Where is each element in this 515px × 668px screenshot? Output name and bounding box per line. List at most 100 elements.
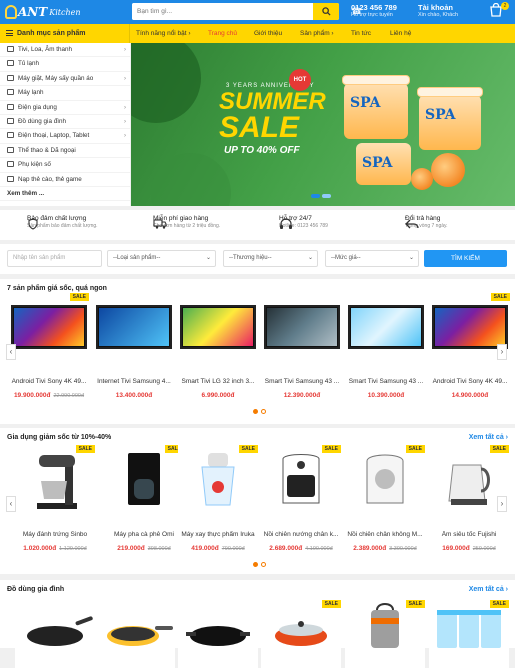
product-type-select[interactable]: --Loại sản phẩm-- ⌄ — [107, 250, 216, 267]
main-nav: Danh mục sản phẩm Tính năng nổi bật › Tr… — [0, 24, 515, 43]
product-name[interactable]: Nồi chiên nướng chân k... — [261, 531, 341, 538]
product-name[interactable]: Smart Tivi Samsung 43 ... — [262, 378, 342, 385]
category-menu-button[interactable]: Danh mục sản phẩm — [0, 24, 130, 43]
carousel-dot[interactable] — [261, 562, 266, 567]
carousel-dot[interactable] — [253, 562, 258, 567]
orange-image — [411, 168, 433, 190]
nav-products[interactable]: Sản phẩm › — [300, 24, 334, 43]
logo-text: ANT — [18, 5, 48, 19]
carousel-dot[interactable] — [261, 409, 266, 414]
product-image: SALE — [261, 600, 341, 668]
phone-contact[interactable]: ☎ 0123 456 789 Hỗ trợ trực tuyến — [343, 3, 397, 18]
old-price: 259.000đ — [472, 546, 496, 552]
account-link[interactable]: Tài khoản Xin chào, Khách — [410, 3, 458, 18]
product-name[interactable]: Internet Tivi Samsung 4... — [94, 378, 174, 385]
chevron-down-icon: ⌄ — [205, 255, 211, 261]
household-section: Đồ dùng gia đình Xem tất cả › SALE SALE … — [0, 580, 515, 668]
product-price: 12.390.000đ — [262, 392, 342, 399]
nav-contact[interactable]: Liên hệ — [390, 24, 411, 43]
food-chopper-image — [201, 453, 235, 506]
search-button[interactable] — [313, 3, 339, 20]
aircon-icon — [7, 89, 14, 96]
account-label: Tài khoản — [418, 3, 454, 12]
current-price: 219.000đ — [117, 545, 145, 552]
product-image: SALE — [9, 293, 89, 361]
sidebar-item-aircon[interactable]: Máy lạnh — [0, 86, 130, 101]
nav-home[interactable]: Trang chủ — [208, 24, 237, 43]
phone-device-icon — [7, 132, 14, 139]
sale-badge: SALE — [321, 600, 341, 608]
site-logo[interactable]: ANT Kitchen — [5, 3, 81, 21]
product-name[interactable]: Android Tivi Sony 4K 49... — [9, 378, 89, 385]
chevron-right-icon: › — [124, 133, 126, 140]
section-title: 7 sản phẩm giá sốc, quá ngon — [7, 285, 107, 292]
sale-badge: SALE — [238, 445, 258, 453]
brand-select[interactable]: --Thương hiệu-- ⌄ — [223, 250, 318, 267]
search-input[interactable] — [132, 3, 312, 20]
chevron-down-icon: ⌄ — [408, 255, 414, 261]
product-name-input[interactable]: Nhập tên sản phẩm — [7, 250, 102, 267]
section-title: Gia dụng giảm sốc từ 10%-40% — [7, 434, 112, 441]
old-price: 1.129.000đ — [59, 546, 87, 552]
sidebar-item-household[interactable]: Đồ dùng gia đình › — [0, 115, 130, 130]
product-image: SALE — [429, 600, 509, 668]
banner-dot[interactable] — [311, 194, 320, 198]
product-name[interactable]: Ấm siêu tốc Fujishi — [429, 531, 509, 538]
coffee-maker-image — [128, 453, 160, 505]
tv-icon — [7, 46, 14, 52]
jar-label: SPA — [362, 155, 393, 171]
product-name[interactable]: Máy xay thực phẩm Iruka — [178, 531, 258, 538]
current-price: 2.689.000đ — [269, 545, 303, 552]
see-all-link[interactable]: Xem tất cả › — [469, 586, 508, 593]
carousel-dot[interactable] — [253, 409, 258, 414]
see-all-link[interactable]: Xem tất cả › — [469, 434, 508, 441]
hero-banner[interactable]: 3 YEARS ANNIVERSARY HOT SUMMER SALE UP T… — [131, 43, 515, 206]
old-price: 398.000đ — [147, 546, 171, 552]
phone-sub: Hỗ trợ trực tuyến — [351, 12, 393, 18]
product-name[interactable]: Máy đánh trứng Sinbo — [15, 531, 95, 538]
carousel-prev-button[interactable]: ‹ — [6, 496, 16, 512]
chevron-down-icon: ⌄ — [307, 255, 313, 261]
nav-news[interactable]: Tin tức — [351, 24, 371, 43]
carousel-next-button[interactable]: › — [497, 344, 507, 360]
product-name[interactable]: Smart Tivi Samsung 43 ... — [346, 378, 426, 385]
product-price: 10.390.000đ — [346, 392, 426, 399]
top-header: ANT Kitchen ☎ 0123 456 789 Hỗ trợ trực t… — [0, 0, 515, 24]
nav-about[interactable]: Giới thiệu — [254, 24, 282, 43]
sidebar-item-appliances[interactable]: Điện gia dụng › — [0, 101, 130, 115]
select-value: --Loại sản phẩm-- — [113, 255, 161, 261]
carousel-prev-button[interactable]: ‹ — [6, 344, 16, 360]
sidebar-item-accessories[interactable]: Phụ kiện số — [0, 158, 130, 173]
card-icon — [7, 175, 14, 182]
spa-jar-image: SPA — [342, 75, 410, 139]
household-icon — [7, 117, 14, 124]
banner-dot[interactable] — [322, 194, 331, 198]
product-name[interactable]: Smart Tivi LG 32 inch 3... — [178, 378, 258, 385]
current-price: 6.990.000đ — [201, 392, 235, 399]
bulb-icon — [5, 5, 17, 19]
sidebar-item-fridge[interactable]: Tủ lạnh — [0, 57, 130, 72]
product-image — [15, 600, 95, 668]
carousel-pagination — [253, 409, 269, 416]
product-name[interactable]: Android Tivi Sony 4K 49... — [430, 378, 510, 385]
price-select[interactable]: --Mức giá-- ⌄ — [325, 250, 419, 267]
nav-features[interactable]: Tính năng nổi bật › — [136, 24, 191, 43]
sidebar-more-link[interactable]: Xem thêm ... — [0, 187, 130, 202]
sidebar-item-sports[interactable]: Thể thao & Dã ngoại — [0, 144, 130, 159]
product-name[interactable]: Máy pha cà phê Omi — [104, 531, 184, 538]
carousel-next-button[interactable]: › — [497, 496, 507, 512]
select-value: --Mức giá-- — [331, 255, 361, 261]
sidebar-item-topup[interactable]: Nạp thẻ cào, thẻ game — [0, 173, 130, 187]
sidebar-item-washer[interactable]: Máy giặt, Máy sấy quần áo › — [0, 72, 130, 87]
current-price: 19.900.000đ — [13, 392, 51, 399]
sale-badge: SALE — [321, 445, 341, 453]
filter-search-button[interactable]: TÌM KIẾM — [424, 250, 507, 267]
sidebar-item-tv[interactable]: Tivi, Loa, Âm thanh › — [0, 43, 130, 58]
banner-leaf-decoration — [131, 43, 201, 123]
product-image — [95, 600, 175, 668]
sidebar-item-phones[interactable]: Điện thoại, Laptop, Tablet › — [0, 129, 130, 144]
fridge-icon — [7, 60, 14, 67]
cart-button[interactable]: 2 — [489, 2, 509, 19]
product-price: 13.400.000đ — [94, 392, 174, 399]
product-name[interactable]: Nồi chiên chân không M... — [345, 531, 425, 538]
